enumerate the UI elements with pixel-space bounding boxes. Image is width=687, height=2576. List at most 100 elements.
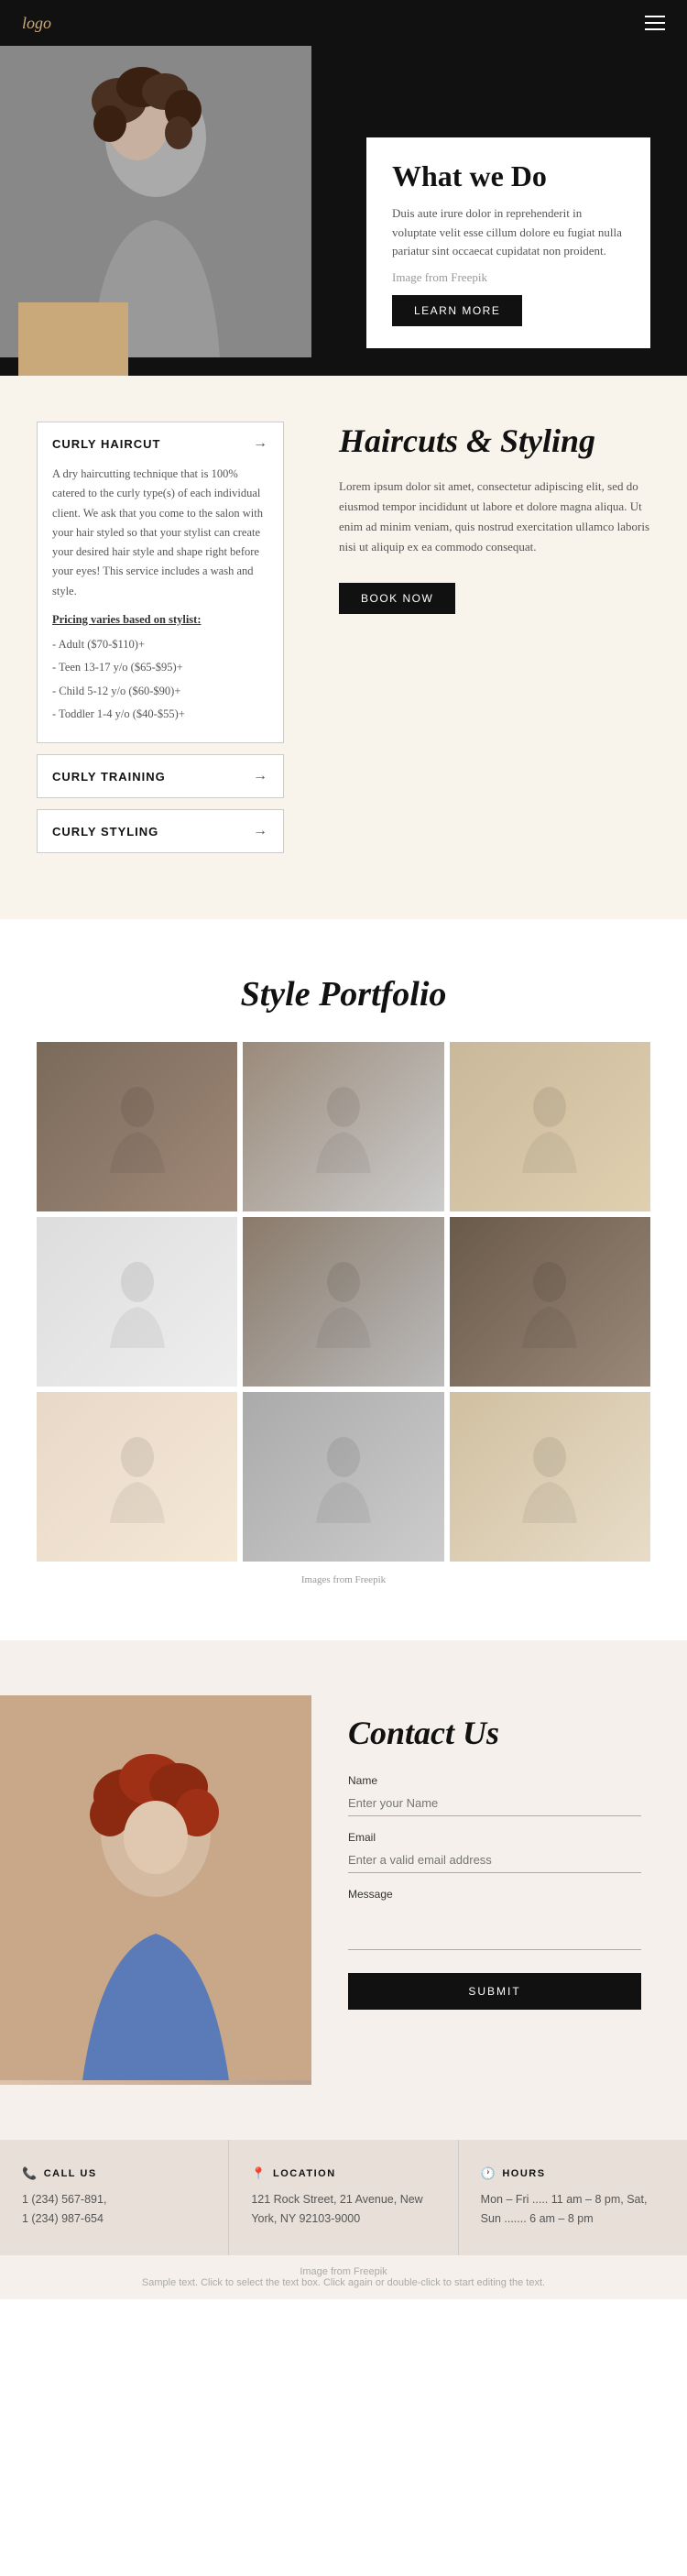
portfolio-item-7 bbox=[37, 1392, 237, 1562]
person-silhouette-svg bbox=[101, 1431, 174, 1523]
portfolio-item-3 bbox=[450, 1042, 650, 1211]
accordion-arrow-icon: → bbox=[253, 435, 268, 452]
person-portrait bbox=[37, 1217, 237, 1387]
portfolio-grid bbox=[37, 1042, 650, 1562]
accordion-arrow-icon: → bbox=[253, 823, 268, 839]
footer-call-us: CALL US 1 (234) 567-891, 1 (234) 987-654 bbox=[0, 2140, 229, 2255]
footer-weekdays: Mon – Fri ..... 11 am – 8 pm, Sat, bbox=[481, 2190, 665, 2209]
contact-person-svg bbox=[0, 1695, 311, 2080]
services-heading: Haircuts & Styling bbox=[339, 422, 650, 460]
portfolio-heading: Style Portfolio bbox=[37, 974, 650, 1014]
accordion-item-curly-training[interactable]: CURLY TRAINING → bbox=[37, 754, 284, 798]
footer-phone1: 1 (234) 567-891, bbox=[22, 2190, 206, 2209]
footer-sample-text: Sample text. Click to select the text bo… bbox=[142, 2277, 545, 2288]
person-silhouette-svg bbox=[307, 1081, 380, 1173]
hero-description: Duis aute irure dolor in reprehenderit i… bbox=[392, 204, 625, 261]
person-silhouette-svg bbox=[307, 1256, 380, 1348]
portfolio-section: Style Portfolio bbox=[0, 919, 687, 1640]
accordion-container: CURLY HAIRCUT → A dry haircutting techni… bbox=[37, 422, 284, 853]
contact-form-area: Contact Us Name Email Message SUBMIT bbox=[311, 1695, 687, 2085]
message-label: Message bbox=[348, 1888, 641, 1901]
portfolio-item-5 bbox=[243, 1217, 443, 1387]
name-label: Name bbox=[348, 1774, 641, 1787]
accordion-content-curly-haircut: A dry haircutting technique that is 100%… bbox=[38, 465, 283, 742]
hero-content-box: What we Do Duis aute irure dolor in repr… bbox=[366, 137, 650, 348]
person-silhouette-svg bbox=[101, 1256, 174, 1348]
person-silhouette-svg bbox=[307, 1431, 380, 1523]
hero-image-credit: Image from Freepik bbox=[392, 269, 625, 288]
portfolio-item-4 bbox=[37, 1217, 237, 1387]
pricing-item: - Toddler 1-4 y/o ($40-$55)+ bbox=[52, 705, 268, 724]
portfolio-image-credit: Images from Freepik bbox=[37, 1574, 650, 1585]
accordion-body: A dry haircutting technique that is 100%… bbox=[52, 465, 268, 601]
portfolio-item-9 bbox=[450, 1392, 650, 1562]
name-field-group: Name bbox=[348, 1774, 641, 1816]
portfolio-item-8 bbox=[243, 1392, 443, 1562]
person-portrait bbox=[450, 1042, 650, 1211]
email-field-group: Email bbox=[348, 1831, 641, 1873]
person-silhouette-svg bbox=[513, 1256, 586, 1348]
person-portrait bbox=[37, 1042, 237, 1211]
services-right: Haircuts & Styling Lorem ipsum dolor sit… bbox=[311, 422, 687, 864]
logo: logo bbox=[22, 14, 51, 33]
accordion-label: CURLY TRAINING bbox=[52, 770, 166, 784]
location-icon bbox=[251, 2165, 267, 2181]
footer-address: 121 Rock Street, 21 Avenue, New York, NY… bbox=[251, 2190, 435, 2230]
person-silhouette-svg bbox=[513, 1081, 586, 1173]
message-input[interactable] bbox=[348, 1904, 641, 1950]
accordion-header-curly-styling[interactable]: CURLY STYLING → bbox=[38, 810, 283, 852]
menu-line bbox=[645, 16, 665, 17]
accordion-header-curly-training[interactable]: CURLY TRAINING → bbox=[38, 755, 283, 797]
portfolio-item-6 bbox=[450, 1217, 650, 1387]
accordion-header-curly-haircut[interactable]: CURLY HAIRCUT → bbox=[38, 422, 283, 465]
footer-info: CALL US 1 (234) 567-891, 1 (234) 987-654… bbox=[0, 2140, 687, 2255]
pricing-item: - Child 5-12 y/o ($60-$90)+ bbox=[52, 682, 268, 701]
clock-icon bbox=[481, 2165, 497, 2181]
hero-section: What we Do Duis aute irure dolor in repr… bbox=[0, 46, 687, 376]
email-label: Email bbox=[348, 1831, 641, 1844]
footer-phone2: 1 (234) 987-654 bbox=[22, 2209, 206, 2229]
accordion-item-curly-styling[interactable]: CURLY STYLING → bbox=[37, 809, 284, 853]
name-input[interactable] bbox=[348, 1791, 641, 1816]
message-field-group: Message bbox=[348, 1888, 641, 1955]
book-now-button[interactable]: BOOK NOW bbox=[339, 583, 455, 614]
accordion-item-curly-haircut[interactable]: CURLY HAIRCUT → A dry haircutting techni… bbox=[37, 422, 284, 743]
portfolio-freepik-link[interactable]: Images from Freepik bbox=[301, 1574, 386, 1585]
person-portrait bbox=[37, 1392, 237, 1562]
footer-location-title: LOCATION bbox=[251, 2165, 435, 2181]
services-section: CURLY HAIRCUT → A dry haircutting techni… bbox=[0, 376, 687, 919]
hero-freepik-link[interactable]: Image from Freepik bbox=[392, 270, 487, 284]
services-left: CURLY HAIRCUT → A dry haircutting techni… bbox=[0, 422, 311, 864]
hero-title: What we Do bbox=[392, 159, 625, 193]
contact-image bbox=[0, 1695, 311, 2085]
accordion-label: CURLY STYLING bbox=[52, 825, 158, 839]
footer-location: LOCATION 121 Rock Street, 21 Avenue, New… bbox=[229, 2140, 458, 2255]
footer-hours: HOURS Mon – Fri ..... 11 am – 8 pm, Sat,… bbox=[459, 2140, 687, 2255]
portfolio-item-1 bbox=[37, 1042, 237, 1211]
person-portrait bbox=[243, 1042, 443, 1211]
pricing-item: - Adult ($70-$110)+ bbox=[52, 635, 268, 654]
person-portrait bbox=[243, 1392, 443, 1562]
portfolio-item-2 bbox=[243, 1042, 443, 1211]
accordion-arrow-icon: → bbox=[253, 768, 268, 784]
person-portrait bbox=[450, 1392, 650, 1562]
accordion-label: CURLY HAIRCUT bbox=[52, 437, 160, 451]
submit-button[interactable]: SUBMIT bbox=[348, 1973, 641, 2010]
person-silhouette-svg bbox=[513, 1431, 586, 1523]
footer-call-us-title: CALL US bbox=[22, 2165, 206, 2181]
footer-hours-title: HOURS bbox=[481, 2165, 665, 2181]
contact-heading: Contact Us bbox=[348, 1714, 641, 1752]
footer-weekend: Sun ....... 6 am – 8 pm bbox=[481, 2209, 665, 2229]
contact-section: Contact Us Name Email Message SUBMIT bbox=[0, 1640, 687, 2140]
contact-inner: Contact Us Name Email Message SUBMIT bbox=[0, 1695, 687, 2085]
footer-bottom: Image from Freepik Sample text. Click to… bbox=[0, 2255, 687, 2299]
services-description: Lorem ipsum dolor sit amet, consectetur … bbox=[339, 477, 650, 557]
phone-icon bbox=[22, 2165, 38, 2181]
contact-form: Name Email Message SUBMIT bbox=[348, 1774, 641, 2010]
services-inner: CURLY HAIRCUT → A dry haircutting techni… bbox=[0, 422, 687, 864]
menu-line bbox=[645, 28, 665, 30]
menu-button[interactable] bbox=[645, 16, 665, 30]
learn-more-button[interactable]: LEARN MORE bbox=[392, 295, 522, 326]
email-input[interactable] bbox=[348, 1847, 641, 1873]
footer-freepik-link[interactable]: Image from Freepik bbox=[300, 2266, 387, 2277]
